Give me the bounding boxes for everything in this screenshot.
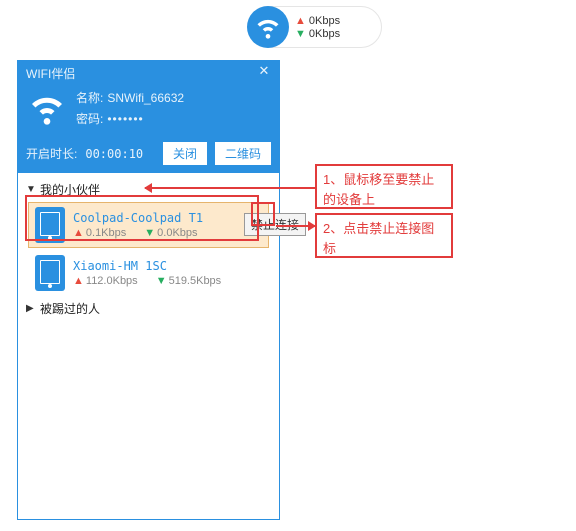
uptime-value: 00:00:10	[85, 147, 143, 161]
device-name: Coolpad-Coolpad T1	[73, 211, 262, 225]
device-name: Xiaomi-HM 1SC	[73, 259, 262, 273]
wifi-icon	[247, 6, 289, 48]
section-partners-label: 我的小伙伴	[40, 181, 100, 198]
section-blocked[interactable]: ▶ 被踢过的人	[22, 298, 275, 319]
annotation-step1: 1、鼠标移至要禁止的设备上	[315, 164, 453, 209]
pill-down: 0Kbps	[309, 28, 340, 40]
device-up: 112.0Kbps	[86, 275, 138, 287]
phone-icon	[35, 255, 65, 291]
annotation-step2: 2、点击禁止连接图标	[315, 213, 453, 258]
chevron-down-icon: ▼	[26, 184, 36, 195]
status-pill: ▲0Kbps ▼0Kbps	[247, 6, 382, 48]
wifi-panel: WIFI伴侣 ✕ 名称: SNWifi_66632 密码: ••••••• 开启时长…	[17, 60, 280, 520]
arrow-down-icon: ▼	[295, 28, 306, 40]
device-row[interactable]: Xiaomi-HM 1SC ▲112.0Kbps ▼519.5Kbps	[28, 250, 269, 296]
annotation-arrow-1	[145, 187, 315, 189]
name-value: SNWifi_66632	[107, 91, 184, 105]
section-blocked-label: 被踢过的人	[40, 300, 100, 317]
annotation-step2-text: 2、点击禁止连接图标	[317, 215, 451, 262]
device-down: 519.5Kbps	[169, 275, 222, 287]
chevron-right-icon: ▶	[26, 303, 36, 314]
annotation-step1-text: 1、鼠标移至要禁止的设备上	[317, 166, 451, 213]
arrow-up-icon: ▲	[73, 227, 84, 239]
device-up: 0.1Kbps	[86, 227, 126, 239]
pill-stats: ▲0Kbps ▼0Kbps	[295, 15, 340, 40]
panel-header: WIFI伴侣 ✕ 名称: SNWifi_66632 密码: ••••••• 开启时长…	[18, 61, 279, 173]
wifi-icon	[26, 87, 68, 129]
panel-body: ▼ 我的小伙伴 Coolpad-Coolpad T1 ▲0.1Kbps ▼0.0…	[18, 173, 279, 325]
uptime-label: 开启时长:	[26, 145, 77, 162]
close-button[interactable]: 关闭	[163, 142, 207, 165]
panel-title: WIFI伴侣	[26, 65, 75, 82]
arrow-up-icon: ▲	[73, 275, 84, 287]
arrow-up-icon: ▲	[295, 15, 306, 27]
close-icon[interactable]: ✕	[257, 65, 271, 79]
phone-icon	[35, 207, 65, 243]
annotation-arrow-2	[276, 225, 315, 227]
pwd-label: 密码:	[76, 110, 103, 127]
device-row[interactable]: Coolpad-Coolpad T1 ▲0.1Kbps ▼0.0Kbps	[28, 202, 269, 248]
name-label: 名称:	[76, 89, 103, 106]
qrcode-button[interactable]: 二维码	[215, 142, 271, 165]
pill-up: 0Kbps	[309, 15, 340, 27]
device-down: 0.0Kbps	[157, 227, 197, 239]
arrow-down-icon: ▼	[144, 227, 155, 239]
pwd-value: •••••••	[107, 112, 143, 126]
arrow-down-icon: ▼	[156, 275, 167, 287]
